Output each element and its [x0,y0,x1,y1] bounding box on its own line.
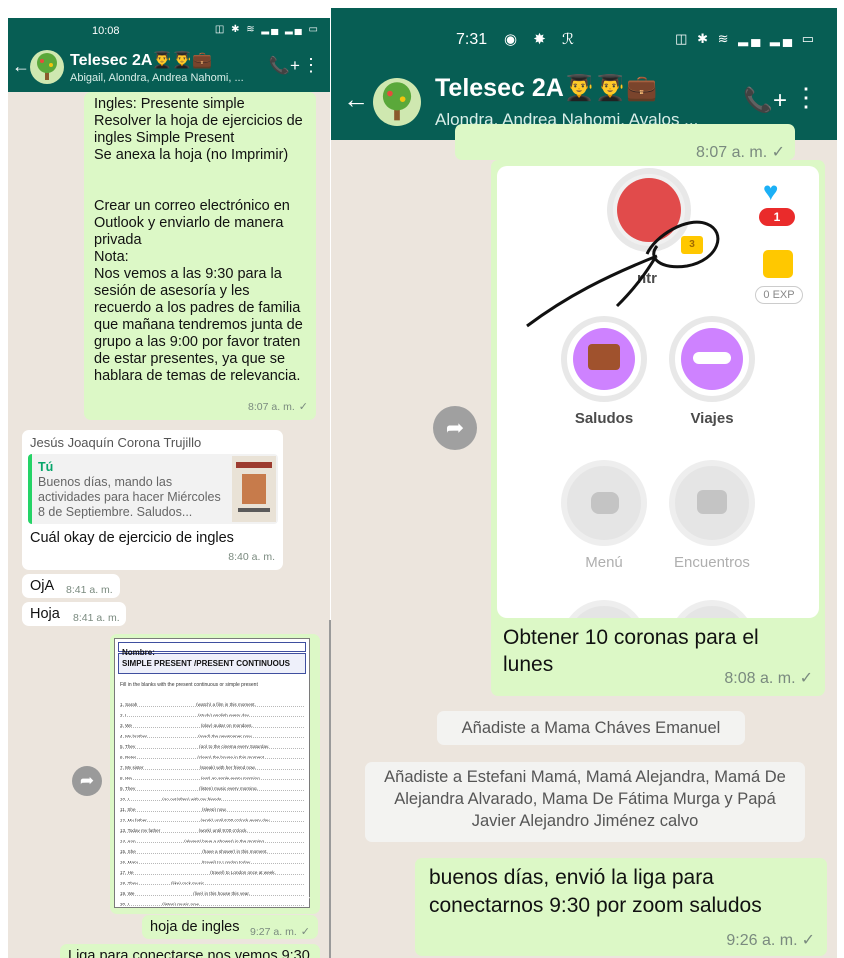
message-time: 8:08 a. m. [724,670,796,687]
status-bar: 7:31 ◉ ✸ ℛ ◫ ✱ ≋ ▂▄ ▂▄ ▭ [331,8,837,60]
image-meta: 9:27 a. m. ✓ [252,892,312,910]
worksheet-line: 17. He _____________________________ (tr… [120,864,304,875]
message-text: Hoja [30,606,60,622]
status-time: 10:08 [92,25,120,37]
quoted-message[interactable]: Tú Buenos días, mando las actividades pa… [28,454,278,524]
back-arrow-icon[interactable]: ← [343,84,369,115]
sent-check-icon: ✓ [302,895,312,907]
tree-icon [382,82,412,121]
back-arrow-icon[interactable]: ← [12,56,30,77]
worksheet-line: 8. We __________________________ (eat) a… [120,770,304,780]
worksheet-line: 6. Peter _______________________ (clean)… [120,749,304,759]
message-bubble[interactable]: Hoja 8:41 a. m. [22,602,126,626]
worksheet-line: 1. Sarah ______________________ (watch) … [120,696,304,707]
message-time: 9:27 a. m. [252,895,299,907]
image-message-bubble[interactable]: Nombre: SIMPLE PRESENT /PRESENT CONTINUO… [110,634,320,914]
message-time: 8:07 a. m. [248,401,295,413]
message-bubble[interactable]: 8:07 a. m. ✓ [455,124,795,161]
message-text: Ingles: Presente simple Resolver la hoja… [94,96,303,384]
message-meta: 9:27 a. m. ✓ [250,923,310,941]
add-call-icon[interactable]: 📞+ [269,56,300,76]
message-meta: 9:26 a. m. ✓ [726,932,815,950]
status-time: 7:31 [456,31,488,48]
worksheet-line: 2. I ___________________________ (study)… [120,707,304,717]
message-text: Cuál okay de ejercicio de ingles [30,530,234,546]
sent-check-icon: ✓ [801,932,815,949]
message-bubble[interactable]: Liga para conectarse nos vemos 9:30 [60,944,320,958]
system-message: Añadiste a Estefani Mamá, Mamá Alejandra… [365,762,805,842]
message-text: hoja de ingles [150,919,240,935]
message-time: 8:40 a. m. [228,551,275,563]
right-chat-screenshot: 7:31 ◉ ✸ ℛ ◫ ✱ ≋ ▂▄ ▂▄ ▭ ← Telesec 2A👨‍🎓… [331,8,837,958]
message-bubble[interactable]: Jesús Joaquín Corona Trujillo Tú Buenos … [22,430,283,570]
sent-check-icon: ✓ [298,401,308,413]
worksheet-line: 12. My father ____________________ (work… [120,812,304,822]
worksheet-line: 16. Mary ________________________ (trave… [120,854,304,864]
worksheet-line: 3. We __________________________ (play) … [120,717,304,728]
hand-drawn-scribble [526,220,720,328]
system-message: Añadiste a Mama Cháves Emanuel [437,711,745,745]
status-icons: ◫ ✱ ≋ ▂▄ ▂▄ ▭ [675,31,817,46]
message-meta: 8:08 a. m. ✓ [724,670,813,688]
sent-check-icon: ✓ [799,670,813,687]
worksheet-line: 11. She _________________________ (sleep… [120,801,304,812]
overflow-menu-icon[interactable]: ⋮ [302,55,320,76]
message-time: 8:41 a. m. [73,612,120,624]
message-text: buenos días, envió la liga para conectar… [429,866,762,917]
group-avatar[interactable] [30,50,64,84]
quote-thumbnail [232,456,276,522]
sent-check-icon: ✓ [300,926,310,938]
message-meta: 8:07 a. m. ✓ [248,398,308,416]
message-bubble[interactable]: OjA 8:41 a. m. [22,574,120,598]
message-text: OjA [30,578,55,594]
left-chat-screenshot: 10:08 ◫ ✱ ≋ ▂▄ ▂▄ ▭ ← Telesec 2A👨‍🎓👨‍🎓💼 … [8,18,330,958]
worksheet-line: 4. My brother ___________________ (read)… [120,728,304,738]
status-icons: ◫ ✱ ≋ ▂▄ ▂▄ ▭ [214,24,320,35]
forward-icon[interactable]: ➦ [72,766,102,796]
worksheet-line: 15. She _________________________ (have … [120,843,304,854]
message-time: 8:07 a. m. ✓ [696,144,785,161]
message-time: 9:26 a. m. [726,932,798,949]
duolingo-screenshot[interactable]: 3 ntr ♥ 1 0 EXP Saludos Viajes Menú Encu… [497,166,819,618]
overflow-menu-icon[interactable]: ⋮ [793,82,819,113]
chat-title[interactable]: Telesec 2A👨‍🎓👨‍🎓💼 [435,74,657,103]
worksheet-image[interactable]: Nombre: SIMPLE PRESENT /PRESENT CONTINUO… [114,638,310,908]
forward-icon[interactable]: ➦ [433,406,477,450]
quote-author: Tú [38,460,54,474]
chat-title[interactable]: Telesec 2A👨‍🎓👨‍🎓💼 [70,50,212,70]
worksheet-name-field: Nombre: [118,642,306,657]
sender-name: Jesús Joaquín Corona Trujillo [30,435,202,450]
worksheet-line: 10. I ____________ (go out/often) with m… [120,791,304,801]
tree-icon [37,53,57,80]
worksheet-lines: 1. Sarah ______________________ (watch) … [115,696,309,906]
status-bar: 10:08 ◫ ✱ ≋ ▂▄ ▂▄ ▭ [8,18,330,44]
message-bubble[interactable]: Ingles: Presente simple Resolver la hoja… [84,92,316,420]
message-bubble[interactable]: buenos días, envió la liga para conectar… [415,858,827,956]
group-avatar[interactable] [373,78,421,126]
chat-header: ← Telesec 2A👨‍🎓👨‍🎓💼 Abigail, Alondra, An… [8,44,330,92]
add-call-icon[interactable]: 📞+ [743,86,787,115]
worksheet-title: SIMPLE PRESENT /PRESENT CONTINUOUS [118,653,306,674]
message-text: Liga para conectarse nos vemos 9:30 [68,948,310,958]
message-time: 9:27 a. m. [250,926,297,938]
message-time: 8:41 a. m. [66,584,113,596]
worksheet-line: 14. Ann __________________ (always/ have… [120,833,304,843]
message-bubble[interactable]: hoja de ingles 9:27 a. m. ✓ [142,915,318,939]
chat-members[interactable]: Abigail, Alondra, Andrea Nahomi, ... [70,72,244,84]
worksheet-line: 9. They ________________________ (listen… [120,780,304,791]
worksheet-line: 18. They ____________ (like) rock music. [120,875,304,885]
notification-icons: ◉ ✸ ℛ [504,31,580,48]
worksheet-instructions: Fill in the blanks with the present cont… [120,682,258,688]
quote-text: Buenos días, mando las actividades para … [38,475,221,519]
image-message-bubble[interactable]: 3 ntr ♥ 1 0 EXP Saludos Viajes Menú Encu… [491,160,825,696]
document-thumbnail-icon [232,456,276,522]
worksheet-line: 7. My sister _____________________ (spea… [120,759,304,770]
worksheet-line: 5. They ________________________ (go) to… [120,738,304,749]
worksheet-line: 13. Today my father ______________ (work… [120,822,304,833]
